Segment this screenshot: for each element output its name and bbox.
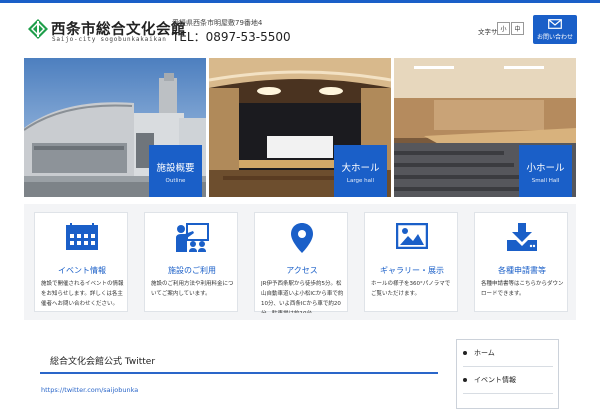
bullet-icon xyxy=(463,378,467,382)
side-menu-home-label: ホーム xyxy=(474,349,495,357)
large-hall-subtitle: Large hall xyxy=(346,178,375,184)
presenter-icon xyxy=(176,223,209,252)
small-hall-title: 小ホール xyxy=(526,163,565,174)
outline-title: 施設概要 xyxy=(156,163,195,174)
side-menu-item-events[interactable]: イベント情報 xyxy=(463,369,553,391)
download-icon xyxy=(507,223,537,251)
card-downloads-desc: 各種申請書等はこちらからダウンロードできます。 xyxy=(481,281,564,297)
font-size-medium-button[interactable]: 中 xyxy=(511,22,524,35)
card-facility-use-desc: 施設のご利用方法や利用料金についてご案内しています。 xyxy=(151,281,234,297)
card-events-title: イベント情報 xyxy=(58,266,106,275)
side-menu-item-home[interactable]: ホーム xyxy=(463,342,553,364)
card-access-desc: JR伊予西条駅から徒歩約5分。松山自動車道いよ小松ICから車で約10分、いよ西条… xyxy=(261,281,344,313)
card-access[interactable]: アクセス JR伊予西条駅から徒歩約5分。松山自動車道いよ小松ICから車で約10分… xyxy=(254,212,348,313)
contact-button[interactable]: お問い合わせ xyxy=(533,15,577,44)
photo-large-hall[interactable]: 大ホール Large hall xyxy=(209,58,391,197)
card-facility-use[interactable]: 施設のご利用 施設のご利用方法や利用料金についてご案内しています。 xyxy=(144,212,238,312)
address-text: 愛媛県西条市明屋敷79番地4 xyxy=(172,19,263,27)
twitter-section-title: 総合文化会館公式 Twitter xyxy=(50,357,156,367)
building-calendar-icon xyxy=(66,223,98,250)
card-facility-use-title: 施設のご利用 xyxy=(168,266,216,275)
large-hall-title: 大ホール xyxy=(341,163,380,174)
card-downloads[interactable]: 各種申請書等 各種申請書等はこちらからダウンロードできます。 xyxy=(474,212,568,312)
small-hall-badge[interactable]: 小ホール Small Hall xyxy=(519,145,572,197)
contact-label: お問い合わせ xyxy=(536,33,573,41)
top-accent-bar xyxy=(0,0,600,3)
small-hall-subtitle: Small Hall xyxy=(531,178,560,184)
large-hall-badge[interactable]: 大ホール Large hall xyxy=(334,145,387,197)
card-access-title: アクセス xyxy=(286,266,318,275)
card-events-desc: 施設で開催されるイベントの情報をお知らせします。詳しくは各主催者へお問い合わせく… xyxy=(41,281,124,307)
photo-small-hall[interactable]: 小ホール Small Hall xyxy=(394,58,576,197)
card-events[interactable]: イベント情報 施設で開催されるイベントの情報をお知らせします。詳しくは各主催者へ… xyxy=(34,212,128,312)
side-menu: ホーム イベント情報 xyxy=(456,339,559,409)
map-pin-icon xyxy=(291,223,313,253)
side-menu-divider xyxy=(463,366,553,367)
photo-outline[interactable]: 施設概要 Outline xyxy=(24,58,206,197)
card-gallery-title: ギャラリー・展示 xyxy=(380,266,444,275)
mail-icon xyxy=(548,18,562,29)
card-gallery[interactable]: ギャラリー・展示 ホールの様子を360°パノラマでご覧いただけます。 xyxy=(364,212,458,312)
site-subtitle: Saijo-city sogobunkakaikan xyxy=(52,36,167,43)
outline-subtitle: Outline xyxy=(165,178,186,184)
card-downloads-title: 各種申請書等 xyxy=(498,266,546,275)
bullet-icon xyxy=(463,351,467,355)
image-icon xyxy=(396,223,428,249)
tel-text: TEL：0897-53-5500 xyxy=(172,30,291,44)
twitter-section-divider xyxy=(40,372,438,374)
font-size-small-button[interactable]: 小 xyxy=(497,22,510,35)
logo-icon[interactable] xyxy=(28,19,48,39)
outline-badge[interactable]: 施設概要 Outline xyxy=(149,145,202,197)
side-menu-events-label: イベント情報 xyxy=(474,376,516,384)
card-gallery-desc: ホールの様子を360°パノラマでご覧いただけます。 xyxy=(371,281,451,297)
side-menu-divider xyxy=(463,393,553,394)
twitter-link[interactable]: https://twitter.com/saijobunka xyxy=(41,386,138,394)
